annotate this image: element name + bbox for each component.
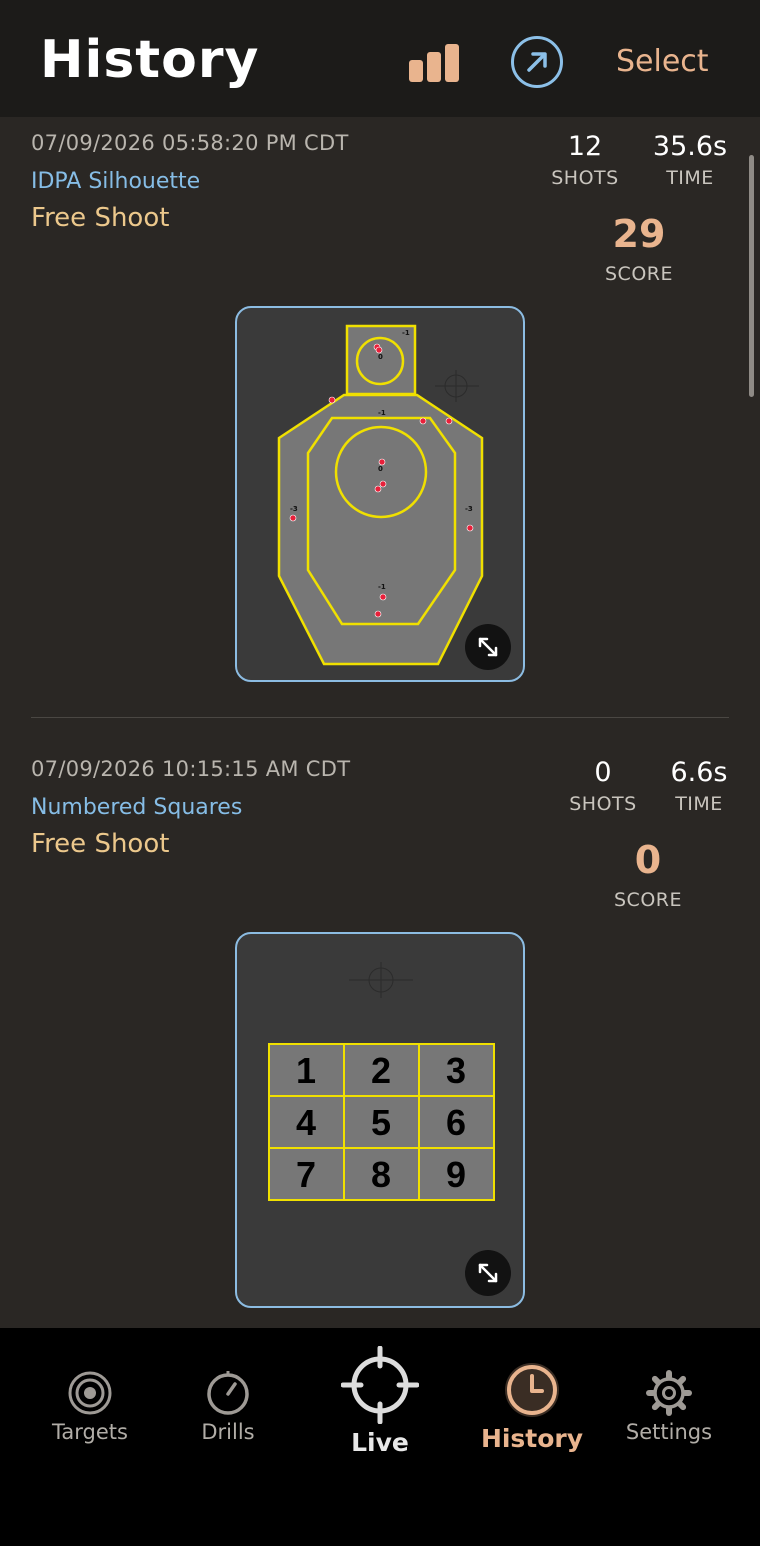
- tab-label: Drills: [201, 1420, 255, 1444]
- zone-label: 0: [378, 465, 383, 473]
- expand-button[interactable]: [465, 624, 511, 670]
- share-button[interactable]: [511, 36, 563, 88]
- shots-label: SHOTS: [569, 793, 637, 815]
- zone-label: 0: [378, 353, 383, 361]
- zone-label: -1: [402, 329, 410, 337]
- tab-history[interactable]: History: [472, 1360, 592, 1453]
- bar-chart-icon: [409, 44, 459, 82]
- time-label: TIME: [675, 793, 723, 815]
- target-icon: [68, 1371, 112, 1415]
- divider: [31, 717, 729, 718]
- session-datetime: 07/09/2026 10:15:15 AM CDT: [31, 757, 351, 781]
- session-card[interactable]: 07/09/2026 10:15:15 AM CDT Numbered Squa…: [0, 743, 760, 1328]
- tab-bar: Targets Drills Live History Settings: [0, 1328, 760, 1546]
- expand-icon: [478, 637, 498, 657]
- score-label: SCORE: [605, 263, 673, 285]
- shots-value: 12: [567, 131, 603, 162]
- tab-label: Live: [351, 1428, 409, 1457]
- square-number: 3: [446, 1050, 466, 1091]
- clock-icon: [505, 1363, 559, 1417]
- score-label: SCORE: [614, 889, 682, 911]
- expand-icon: [478, 1263, 498, 1283]
- tab-label: Targets: [52, 1420, 128, 1444]
- target-preview[interactable]: -1 0 -1 0 -3 -3 -1: [235, 306, 525, 682]
- square-number: 8: [371, 1154, 391, 1195]
- zone-label: -1: [378, 583, 386, 591]
- zone-label: -3: [290, 505, 298, 513]
- time-value: 35.6s: [652, 131, 728, 162]
- square-number: 6: [446, 1102, 466, 1143]
- square-number: 1: [296, 1050, 316, 1091]
- stats-button[interactable]: [409, 44, 461, 82]
- brand-logo: [435, 370, 479, 402]
- select-button[interactable]: Select: [616, 44, 709, 79]
- tab-settings[interactable]: Settings: [619, 1370, 719, 1444]
- expand-button[interactable]: [465, 1250, 511, 1296]
- square-number: 5: [371, 1102, 391, 1143]
- tab-targets[interactable]: Targets: [40, 1370, 140, 1444]
- session-target-name: Numbered Squares: [31, 795, 243, 820]
- arrow-up-right-icon: [527, 52, 547, 72]
- time-label: TIME: [666, 167, 714, 189]
- scrollbar[interactable]: [749, 155, 754, 397]
- square-number: 9: [446, 1154, 466, 1195]
- square-number: 2: [371, 1050, 391, 1091]
- crosshair-icon: [340, 1345, 420, 1425]
- session-target-name: IDPA Silhouette: [31, 169, 201, 194]
- score-value: 0: [634, 838, 662, 882]
- timer-icon: [207, 1371, 249, 1415]
- brand-logo: [349, 962, 413, 998]
- zone-label: -3: [465, 505, 473, 513]
- square-number: 7: [296, 1154, 316, 1195]
- zone-label: -1: [378, 409, 386, 417]
- history-list[interactable]: 07/09/2026 05:58:20 PM CDT IDPA Silhouet…: [0, 117, 760, 1328]
- square-number: 4: [296, 1102, 316, 1143]
- tab-drills[interactable]: Drills: [178, 1370, 278, 1444]
- session-card[interactable]: 07/09/2026 05:58:20 PM CDT IDPA Silhouet…: [0, 117, 760, 717]
- gear-icon: [646, 1370, 692, 1416]
- tab-live[interactable]: Live: [330, 1345, 430, 1457]
- shots-label: SHOTS: [551, 167, 619, 189]
- tab-label: Settings: [625, 1420, 713, 1444]
- app-header: History Select: [0, 0, 760, 117]
- page-title: History: [40, 30, 260, 90]
- tab-label: History: [480, 1424, 584, 1453]
- score-value: 29: [612, 212, 666, 256]
- time-value: 6.6s: [670, 757, 728, 788]
- target-preview[interactable]: 1 2 3 4 5 6 7 8 9: [235, 932, 525, 1308]
- shots-value: 0: [594, 757, 612, 788]
- session-datetime: 07/09/2026 05:58:20 PM CDT: [31, 131, 349, 155]
- session-mode: Free Shoot: [31, 829, 170, 859]
- session-mode: Free Shoot: [31, 203, 170, 233]
